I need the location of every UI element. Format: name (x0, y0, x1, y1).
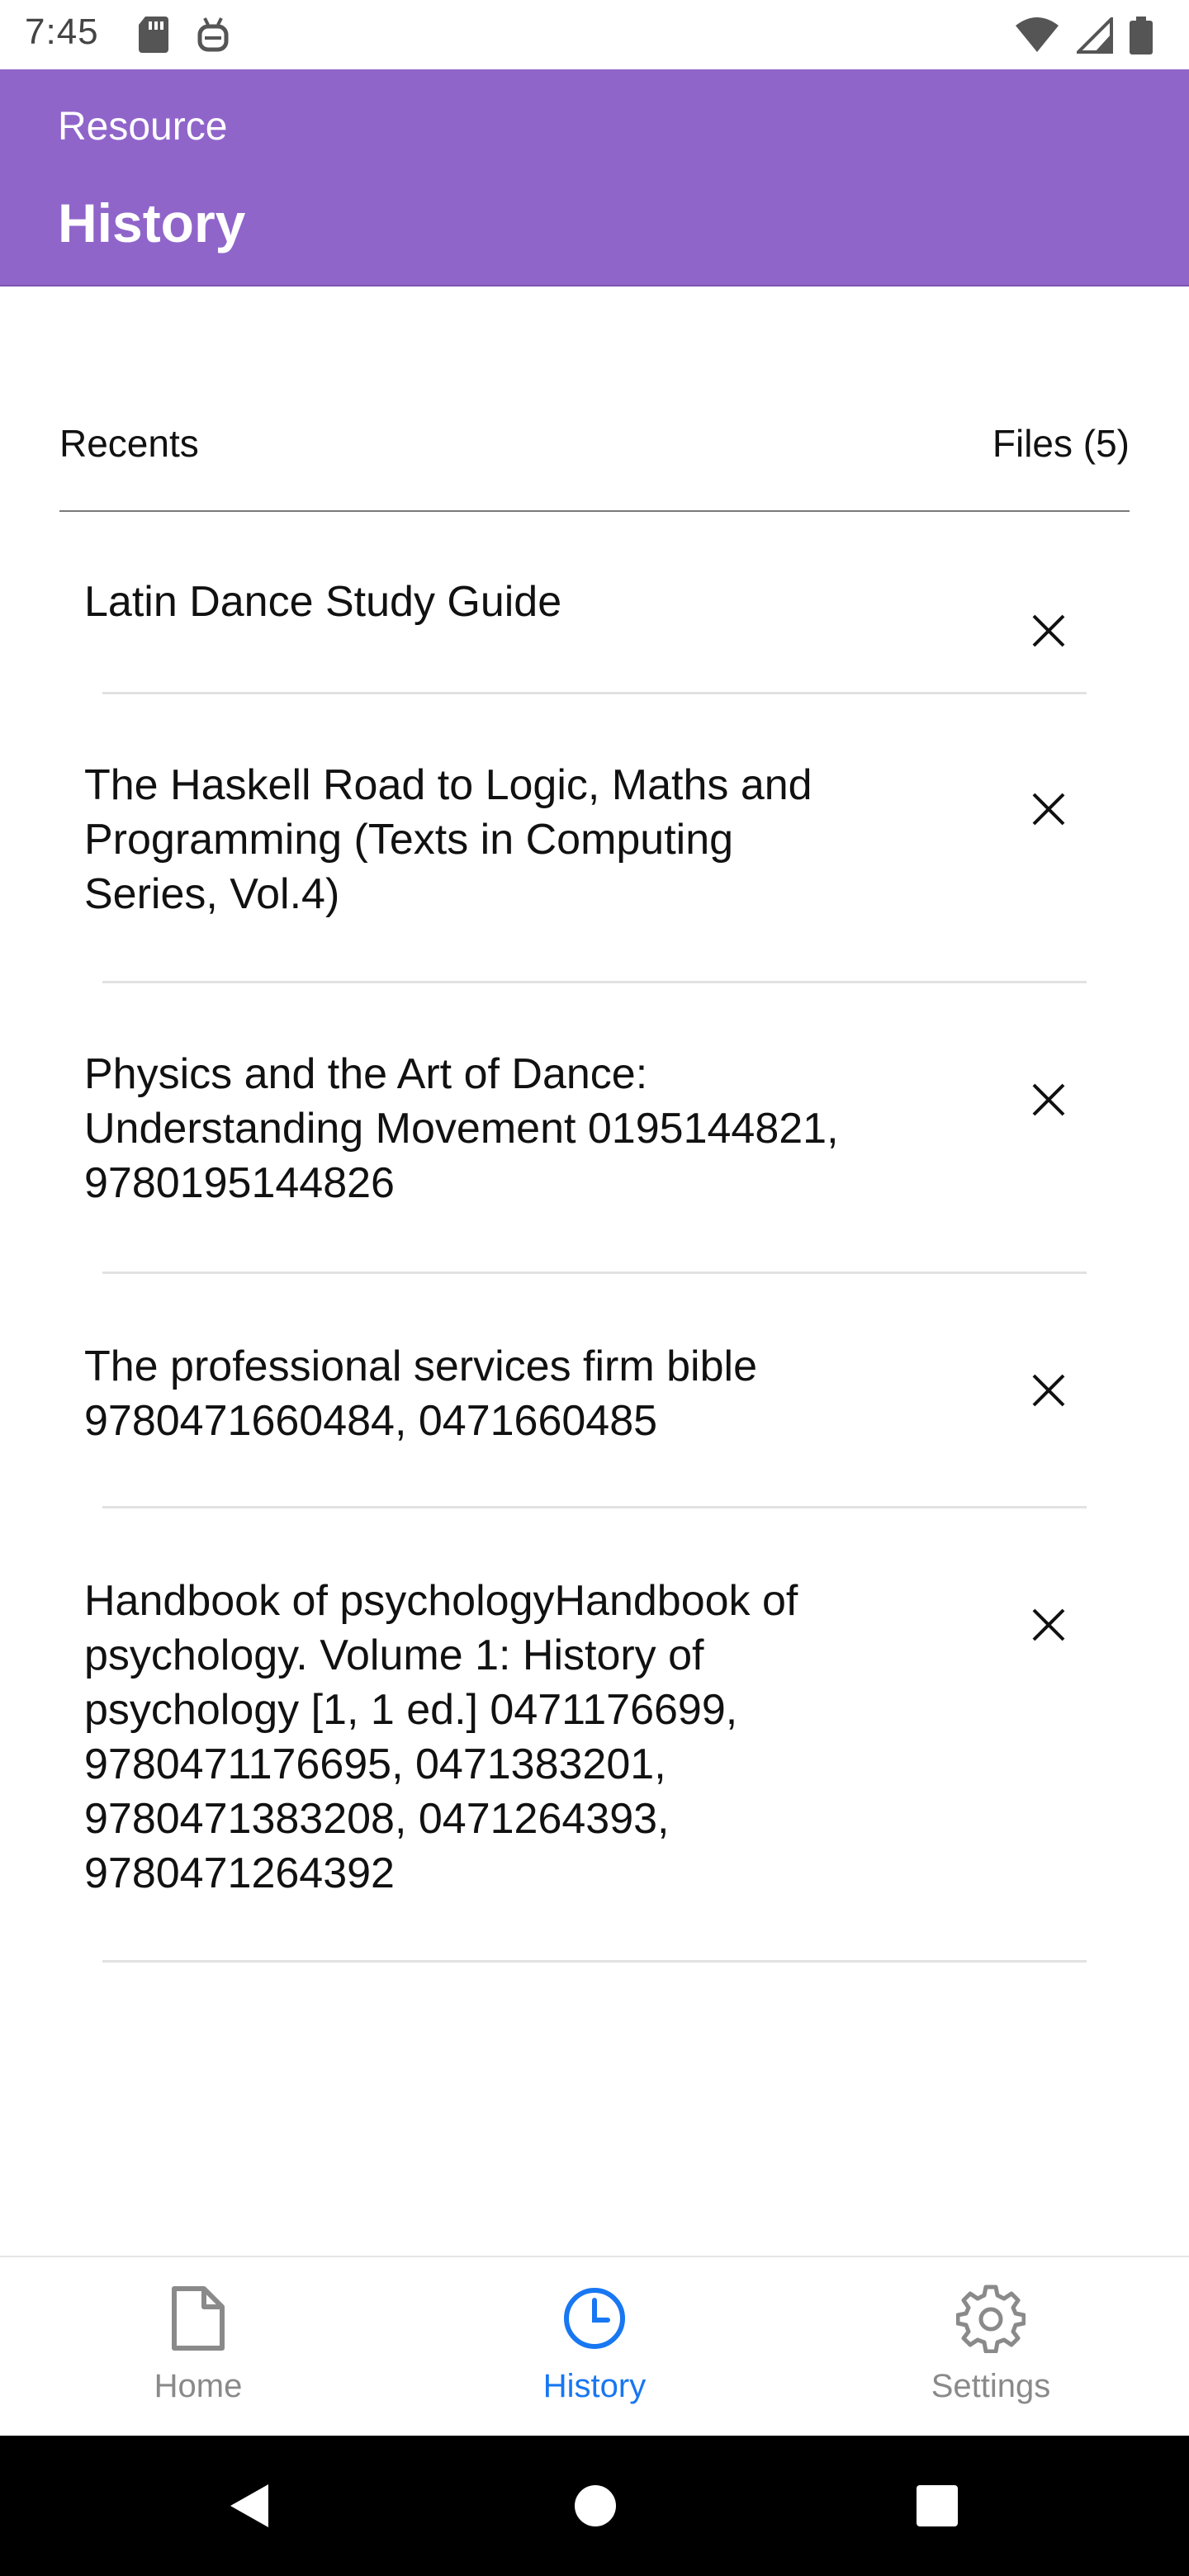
clock-icon (553, 2277, 636, 2360)
item-title: Handbook of psychologyHandbook of psycho… (84, 1577, 798, 1897)
nav-label-home: Home (154, 2368, 243, 2404)
files-count: Files (5) (992, 422, 1130, 465)
recents-label: Recents (59, 422, 199, 465)
sd-card-icon (139, 17, 168, 53)
wifi-icon (1016, 17, 1059, 52)
close-icon[interactable] (1017, 599, 1080, 662)
nav-item-history[interactable]: History (471, 2257, 718, 2437)
app-bar: Resource History (0, 69, 1189, 286)
divider (102, 1960, 1087, 1963)
battery-icon (1130, 17, 1153, 54)
divider (102, 981, 1087, 983)
page-title: History (58, 192, 246, 253)
document-icon (157, 2277, 239, 2360)
nav-label-settings: Settings (931, 2368, 1051, 2404)
back-icon[interactable] (211, 2469, 286, 2543)
item-title: Latin Dance Study Guide (84, 578, 562, 626)
list-header: Recents Files (5) (59, 413, 1130, 512)
nav-label-history: History (542, 2368, 647, 2404)
app-subtitle: Resource (58, 105, 228, 149)
status-time: 7:45 (25, 12, 99, 52)
close-icon[interactable] (1017, 1068, 1080, 1131)
status-left-icons (137, 17, 230, 53)
item-title: Physics and the Art of Dance: Understand… (84, 1050, 839, 1207)
divider (102, 1506, 1087, 1508)
close-icon[interactable] (1017, 1593, 1080, 1656)
status-right-icons (1014, 17, 1153, 54)
gear-icon (950, 2277, 1032, 2360)
system-nav-bar (0, 2436, 1189, 2576)
screen: 7:45 Resource History Recents Files (5) … (0, 0, 1189, 2576)
nav-item-settings[interactable]: Settings (867, 2257, 1115, 2437)
close-icon[interactable] (1017, 778, 1080, 841)
bottom-nav: Home History Settings (0, 2256, 1189, 2436)
divider (102, 692, 1087, 694)
cell-signal-icon (1077, 17, 1113, 54)
close-icon[interactable] (1017, 1359, 1080, 1422)
divider (102, 1271, 1087, 1274)
home-circle-icon[interactable] (558, 2469, 632, 2543)
status-bar: 7:45 (0, 0, 1189, 69)
nav-item-home[interactable]: Home (74, 2257, 322, 2437)
android-debug-icon (197, 17, 229, 52)
item-title: The Haskell Road to Logic, Maths and Pro… (84, 761, 812, 918)
item-title: The professional services firm bible 978… (84, 1342, 757, 1445)
recents-square-icon[interactable] (900, 2469, 974, 2543)
